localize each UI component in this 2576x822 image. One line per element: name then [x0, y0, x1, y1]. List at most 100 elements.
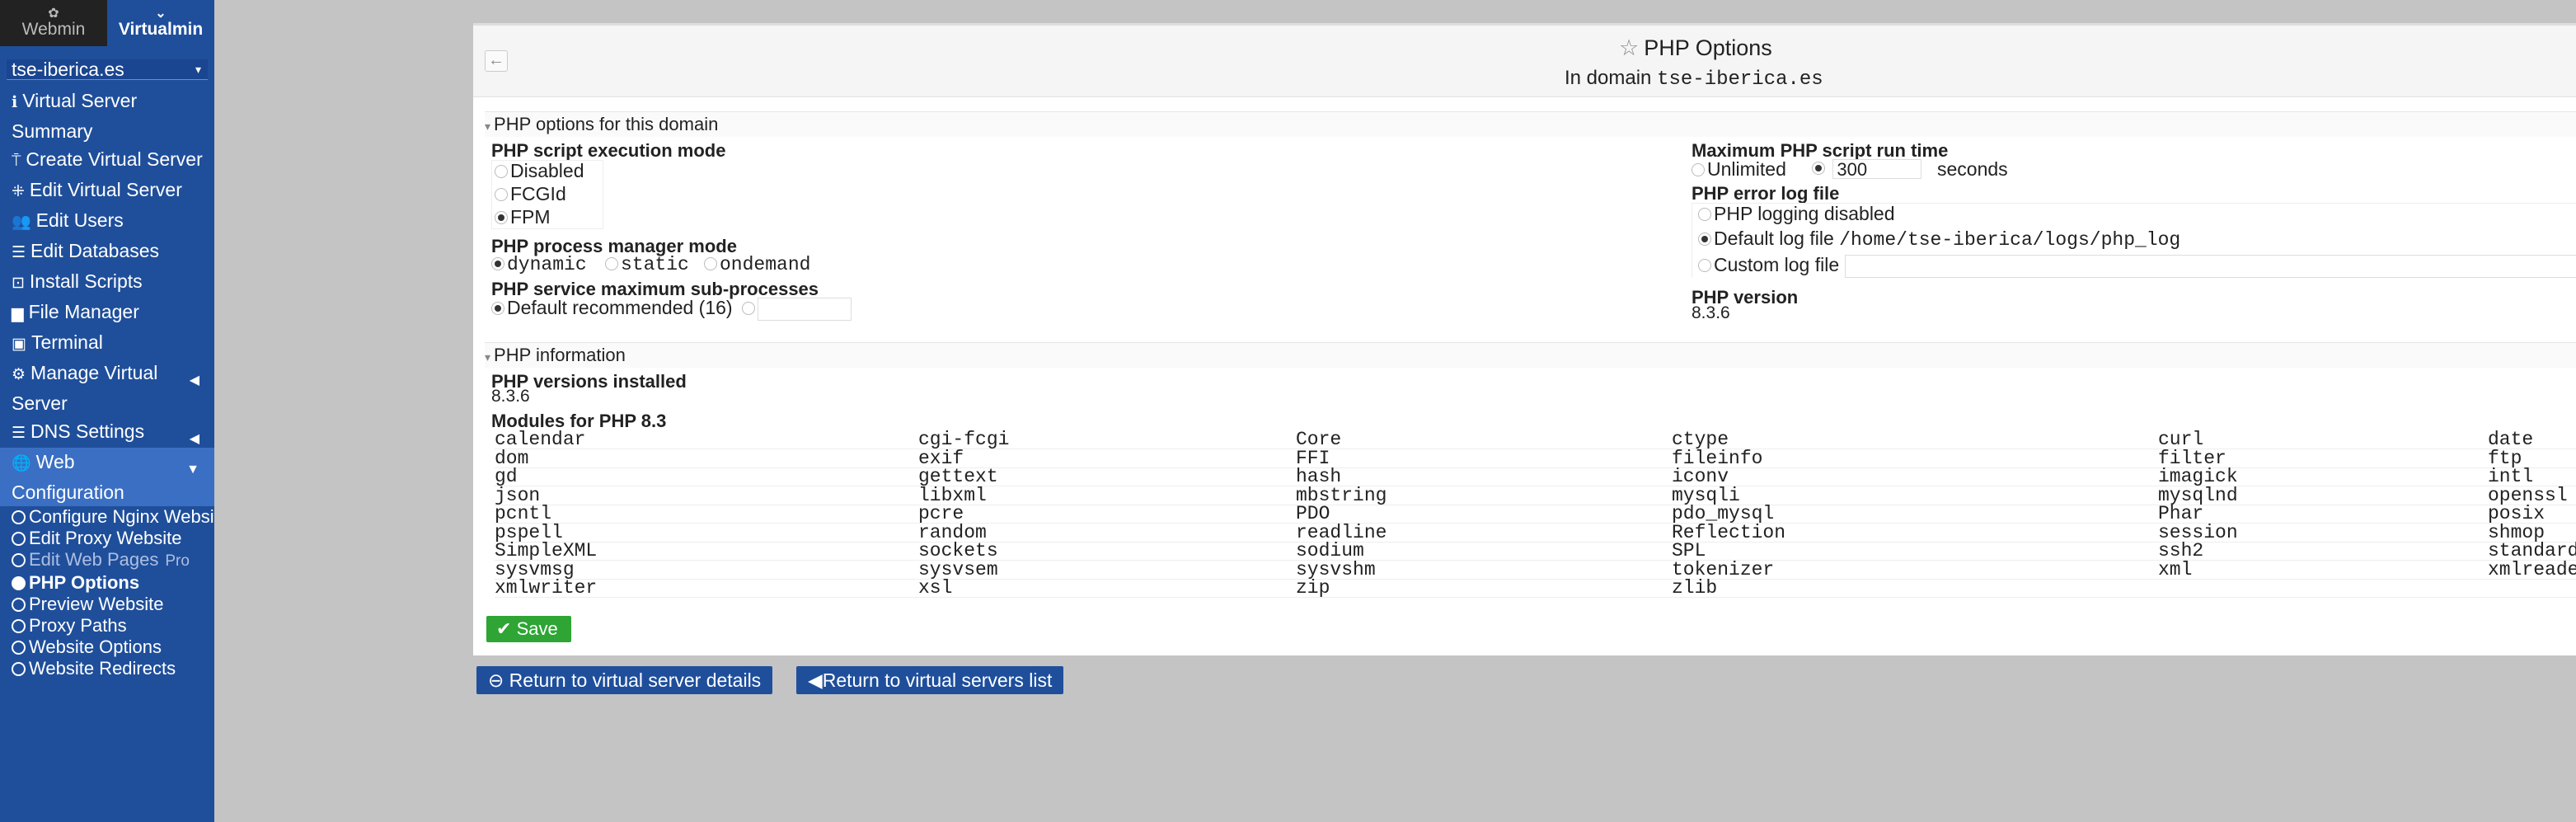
menu-install-scripts[interactable]: ⊡ Install Scripts [0, 267, 214, 298]
save-button[interactable]: ✔ Save [486, 616, 571, 642]
webmin-tab[interactable]: ✿ Webmin [0, 0, 107, 46]
arrow-left-icon: ◀ [808, 669, 823, 691]
triangle-down-icon: ▾ [485, 350, 491, 364]
radio-icon [12, 598, 26, 612]
max-run-input[interactable]: 300 [1832, 158, 1922, 179]
menu-edit-users[interactable]: 👥 Edit Users [0, 206, 214, 237]
custom-log-input[interactable] [1844, 254, 2576, 278]
virtualmin-tab-label: Virtualmin [118, 20, 204, 39]
overlap-fragment: Pro [165, 552, 190, 570]
chevron-down-icon: ▾ [195, 63, 201, 76]
exec-mode-fcgid[interactable]: FCGId [495, 183, 566, 205]
triangle-down-icon: ▾ [485, 120, 491, 133]
radio-selected-icon [495, 211, 508, 224]
exec-mode-fpm[interactable]: FPM [495, 206, 551, 228]
option-label: static [621, 254, 689, 275]
menu-manage-virtual-server[interactable]: ⚙ Manage Virtual Server ◀ [0, 359, 214, 417]
menu-virtual-server-summary[interactable]: ℹ Virtual Server Summary [0, 87, 214, 145]
installed-versions-value: 8.3.6 [491, 387, 530, 406]
menu-label: Edit Databases [30, 240, 160, 261]
table-row: xmlwriter xsl zip zlib [495, 577, 2576, 599]
pm-mode-ondemand[interactable]: ondemand [704, 254, 810, 275]
error-log-custom[interactable]: Custom log file [1698, 254, 2576, 278]
exec-mode-disabled[interactable]: Disabled [495, 160, 584, 182]
menu-label: Create Virtual Server [26, 148, 203, 170]
table-row: sysvmsg sysvsem sysvshm tokenizer xml xmlread… [495, 558, 2576, 580]
menu-file-manager[interactable]: ▆ File Manager [0, 298, 214, 328]
menu-web-configuration[interactable]: 🌐 Web Configuration ▼ [0, 448, 214, 506]
php-info-section-header[interactable]: ▾ PHP information [485, 343, 2576, 368]
radio-icon [12, 553, 26, 567]
submenu-configure-nginx-website[interactable]: Configure Nginx Website [12, 506, 214, 528]
max-run-unlimited[interactable]: Unlimited [1692, 158, 1786, 181]
error-log-label: PHP error log file [1692, 183, 1840, 204]
return-to-servers-list-button[interactable]: ◀Return to virtual servers list [796, 666, 1064, 694]
submenu-proxy-paths[interactable]: Proxy Paths [12, 615, 214, 636]
module-cell: xmlreader [2488, 558, 2576, 580]
submenu-edit-web-pages[interactable]: Edit Web Pages Pro [12, 549, 214, 572]
error-log-default[interactable]: Default log file /home/tse-iberica/logs/… [1698, 228, 2180, 251]
option-label: Default recommended (16) [507, 297, 733, 318]
folder-icon: ▆ [12, 305, 24, 322]
option-label: Unlimited [1707, 158, 1786, 180]
radio-icon [704, 257, 717, 270]
max-sub-custom[interactable] [742, 297, 852, 321]
chevron-left-icon: ◀ [189, 373, 199, 388]
menu-edit-virtual-server[interactable]: ⁜ Edit Virtual Server [0, 176, 214, 206]
menu-edit-databases[interactable]: ☰ Edit Databases [0, 237, 214, 267]
arrow-circle-left-icon: ⊖ [488, 669, 504, 691]
section-title: PHP information [494, 345, 626, 365]
radio-selected-icon [1698, 233, 1711, 246]
option-label: FCGId [510, 183, 566, 204]
star-icon[interactable]: ☆ [1619, 35, 1639, 60]
pm-mode-dynamic[interactable]: dynamic [491, 254, 587, 275]
submenu-preview-website[interactable]: Preview Website [12, 594, 214, 615]
radio-icon [12, 532, 26, 546]
scripts-icon: ⊡ [12, 275, 25, 292]
table-row: SimpleXML sockets sodium SPL ssh2 standard [495, 540, 2576, 561]
globe-icon: 🌐 [12, 455, 31, 472]
create-icon: ⍑ [12, 153, 21, 170]
users-icon: 👥 [12, 214, 31, 231]
submenu-website-redirects[interactable]: Website Redirects [12, 658, 214, 679]
domain-select[interactable]: tse-iberica.es ▾ [7, 59, 208, 80]
check-circle-icon: ✔ [496, 618, 512, 639]
pm-mode-static[interactable]: static [605, 254, 689, 275]
table-row: calendar cgi-fcgi Core ctype curl date [495, 429, 2576, 450]
button-label: Return to virtual servers list [822, 669, 1053, 691]
arrow-left-icon: ← [488, 51, 504, 69]
radio-icon [1698, 208, 1711, 221]
domain-select-value: tse-iberica.es [12, 59, 124, 80]
option-label: FPM [510, 206, 551, 228]
virtualmin-tab[interactable]: ⌄ Virtualmin [107, 0, 214, 46]
menu-create-virtual-server[interactable]: ⍑ Create Virtual Server [0, 145, 214, 176]
webmin-tab-label: Webmin [21, 20, 86, 39]
module-cell: zlib [1672, 577, 1718, 599]
php-options-section: ▾ PHP options for this domain PHP script … [485, 111, 2576, 348]
php-options-section-header[interactable]: ▾ PHP options for this domain [485, 112, 2576, 137]
menu-label: Install Scripts [29, 270, 143, 292]
error-log-disabled[interactable]: PHP logging disabled [1698, 203, 1895, 225]
radio-icon [605, 257, 618, 270]
max-run-custom[interactable]: 300 [1812, 157, 1922, 179]
save-button-label: Save [516, 618, 558, 639]
return-to-server-details-button[interactable]: ⊖ Return to virtual server details [476, 666, 773, 694]
gears-icon: ⚙ [12, 366, 26, 383]
menu-terminal[interactable]: ▣ Terminal [0, 328, 214, 359]
radio-icon [495, 165, 508, 178]
page-header: ← ☆ PHP Options In domain tse-iberica.es [473, 26, 2576, 97]
submenu-website-options[interactable]: Website Options [12, 636, 214, 658]
table-row: pcntl pcre PDO pdo_mysql Phar posix [495, 503, 2576, 524]
max-sub-input[interactable] [758, 297, 852, 321]
table-row: dom exif FFI fileinfo filter ftp [495, 448, 2576, 469]
radio-icon [1692, 163, 1705, 176]
max-sub-default[interactable]: Default recommended (16) [491, 297, 733, 319]
radio-icon [12, 510, 26, 524]
submenu-label: Preview Website [29, 594, 164, 614]
back-button[interactable]: ← [485, 50, 508, 72]
menu-dns-settings[interactable]: ☰ DNS Settings ◀ [0, 417, 214, 448]
virtualmin-logo-icon: ⌄ [155, 7, 167, 21]
submenu-php-options[interactable]: PHP Options [12, 572, 214, 594]
page-title: ☆ PHP Options [1619, 35, 1772, 61]
submenu-edit-proxy-website[interactable]: Edit Proxy Website [12, 528, 214, 549]
